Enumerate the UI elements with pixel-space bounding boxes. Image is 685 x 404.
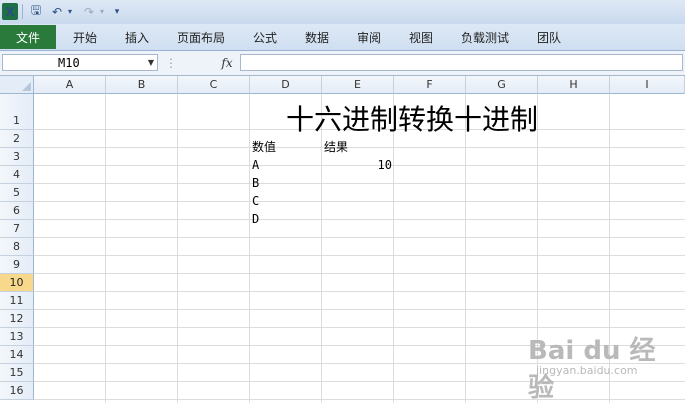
tab-page-layout[interactable]: 页面布局 bbox=[168, 25, 234, 49]
row-header-3[interactable]: 3 bbox=[0, 148, 34, 166]
row-header-6[interactable]: 6 bbox=[0, 202, 34, 220]
row-header-8[interactable]: 8 bbox=[0, 238, 34, 256]
grid-hline bbox=[34, 255, 685, 256]
select-all-corner[interactable] bbox=[0, 76, 34, 94]
row-header-11[interactable]: 11 bbox=[0, 292, 34, 310]
column-header-E[interactable]: E bbox=[322, 76, 394, 94]
row-header-7[interactable]: 7 bbox=[0, 220, 34, 238]
worksheet-grid[interactable]: ABCDEFGHI 1 2 3 4 5 6 7 8 9 10 11 12 13 14 15 16 十六进制转换… bbox=[0, 76, 685, 403]
grid-vline bbox=[465, 94, 466, 403]
cell-D3[interactable]: A bbox=[252, 158, 259, 172]
formula-bar: M10 ▼ ⋮ fx bbox=[0, 51, 685, 76]
tab-insert[interactable]: 插入 bbox=[112, 25, 162, 49]
grid-hline bbox=[34, 147, 685, 148]
grid-hline bbox=[34, 201, 685, 202]
tab-file[interactable]: 文件 bbox=[0, 25, 56, 49]
cell-D5[interactable]: C bbox=[252, 194, 259, 208]
column-header-C[interactable]: C bbox=[178, 76, 250, 94]
row-header-4[interactable]: 4 bbox=[0, 166, 34, 184]
column-header-F[interactable]: F bbox=[394, 76, 466, 94]
redo-dropdown-icon[interactable]: ▾ bbox=[98, 3, 106, 20]
name-box-dropdown-icon[interactable]: ▼ bbox=[144, 54, 158, 71]
column-header-B[interactable]: B bbox=[106, 76, 178, 94]
cell-D6[interactable]: D bbox=[252, 212, 259, 226]
cell-title-merged[interactable]: 十六进制转换十进制 bbox=[286, 98, 538, 138]
ribbon-tabs: 文件 开始 插入 页面布局 公式 数据 审阅 视图 负载测试 团队 bbox=[0, 24, 685, 51]
redo-icon[interactable]: ↷ bbox=[82, 3, 96, 20]
cell-D4[interactable]: B bbox=[252, 176, 259, 190]
column-header-D[interactable]: D bbox=[250, 76, 322, 94]
quick-access-divider bbox=[22, 4, 23, 19]
save-icon[interactable]: 🖫 bbox=[28, 3, 44, 20]
row-header-13[interactable]: 13 bbox=[0, 328, 34, 346]
grid-hline bbox=[34, 183, 685, 184]
tab-home[interactable]: 开始 bbox=[60, 25, 110, 49]
grid-hline bbox=[34, 165, 685, 166]
row-header-1[interactable]: 1 bbox=[0, 94, 34, 130]
grid-hline bbox=[34, 381, 685, 382]
column-header-G[interactable]: G bbox=[466, 76, 538, 94]
grid-vline bbox=[177, 94, 178, 403]
column-header-A[interactable]: A bbox=[34, 76, 106, 94]
row-header-16[interactable]: 16 bbox=[0, 382, 34, 400]
grid-hline bbox=[34, 345, 685, 346]
tab-view[interactable]: 视图 bbox=[398, 25, 444, 49]
insert-function-icon[interactable]: fx bbox=[216, 54, 238, 71]
grid-vline bbox=[537, 94, 538, 403]
grid-vline bbox=[249, 94, 250, 403]
undo-icon[interactable]: ↶ bbox=[50, 3, 64, 20]
row-header-12[interactable]: 12 bbox=[0, 310, 34, 328]
grid-vline bbox=[321, 94, 322, 403]
grid-hline bbox=[34, 309, 685, 310]
grid-vline bbox=[105, 94, 106, 403]
tab-data[interactable]: 数据 bbox=[294, 25, 340, 49]
grid-vline bbox=[393, 94, 394, 403]
undo-dropdown-icon[interactable]: ▾ bbox=[66, 3, 74, 20]
grid-vline bbox=[609, 94, 610, 403]
formula-input[interactable] bbox=[240, 54, 683, 71]
tab-formulas[interactable]: 公式 bbox=[242, 25, 288, 49]
title-bar: X 🖫 ↶ ▾ ↷ ▾ ▾ bbox=[0, 0, 685, 24]
customize-quick-access-icon[interactable]: ▾ bbox=[110, 3, 124, 20]
row-header-10[interactable]: 10 bbox=[0, 274, 34, 292]
tab-team[interactable]: 团队 bbox=[526, 25, 572, 49]
formula-bar-splitter-icon[interactable]: ⋮ bbox=[162, 54, 180, 71]
grid-hline bbox=[34, 219, 685, 220]
column-header-H[interactable]: H bbox=[538, 76, 610, 94]
row-header-9[interactable]: 9 bbox=[0, 256, 34, 274]
cell-D2[interactable]: 数值 bbox=[252, 138, 276, 155]
grid-hline bbox=[34, 273, 685, 274]
name-box[interactable]: M10 bbox=[2, 54, 158, 71]
tab-load-test[interactable]: 负载测试 bbox=[450, 25, 520, 49]
grid-hline bbox=[34, 327, 685, 328]
column-header-I[interactable]: I bbox=[610, 76, 685, 94]
cell-E3[interactable]: 10 bbox=[370, 158, 392, 172]
grid-hline bbox=[34, 291, 685, 292]
row-header-15[interactable]: 15 bbox=[0, 364, 34, 382]
grid-hline bbox=[34, 363, 685, 364]
row-header-14[interactable]: 14 bbox=[0, 346, 34, 364]
excel-logo-icon[interactable]: X bbox=[2, 3, 18, 20]
row-header-5[interactable]: 5 bbox=[0, 184, 34, 202]
tab-review[interactable]: 审阅 bbox=[346, 25, 392, 49]
grid-hline bbox=[34, 237, 685, 238]
cell-E2[interactable]: 结果 bbox=[324, 138, 348, 155]
grid-hline bbox=[34, 399, 685, 400]
row-header-2[interactable]: 2 bbox=[0, 130, 34, 148]
